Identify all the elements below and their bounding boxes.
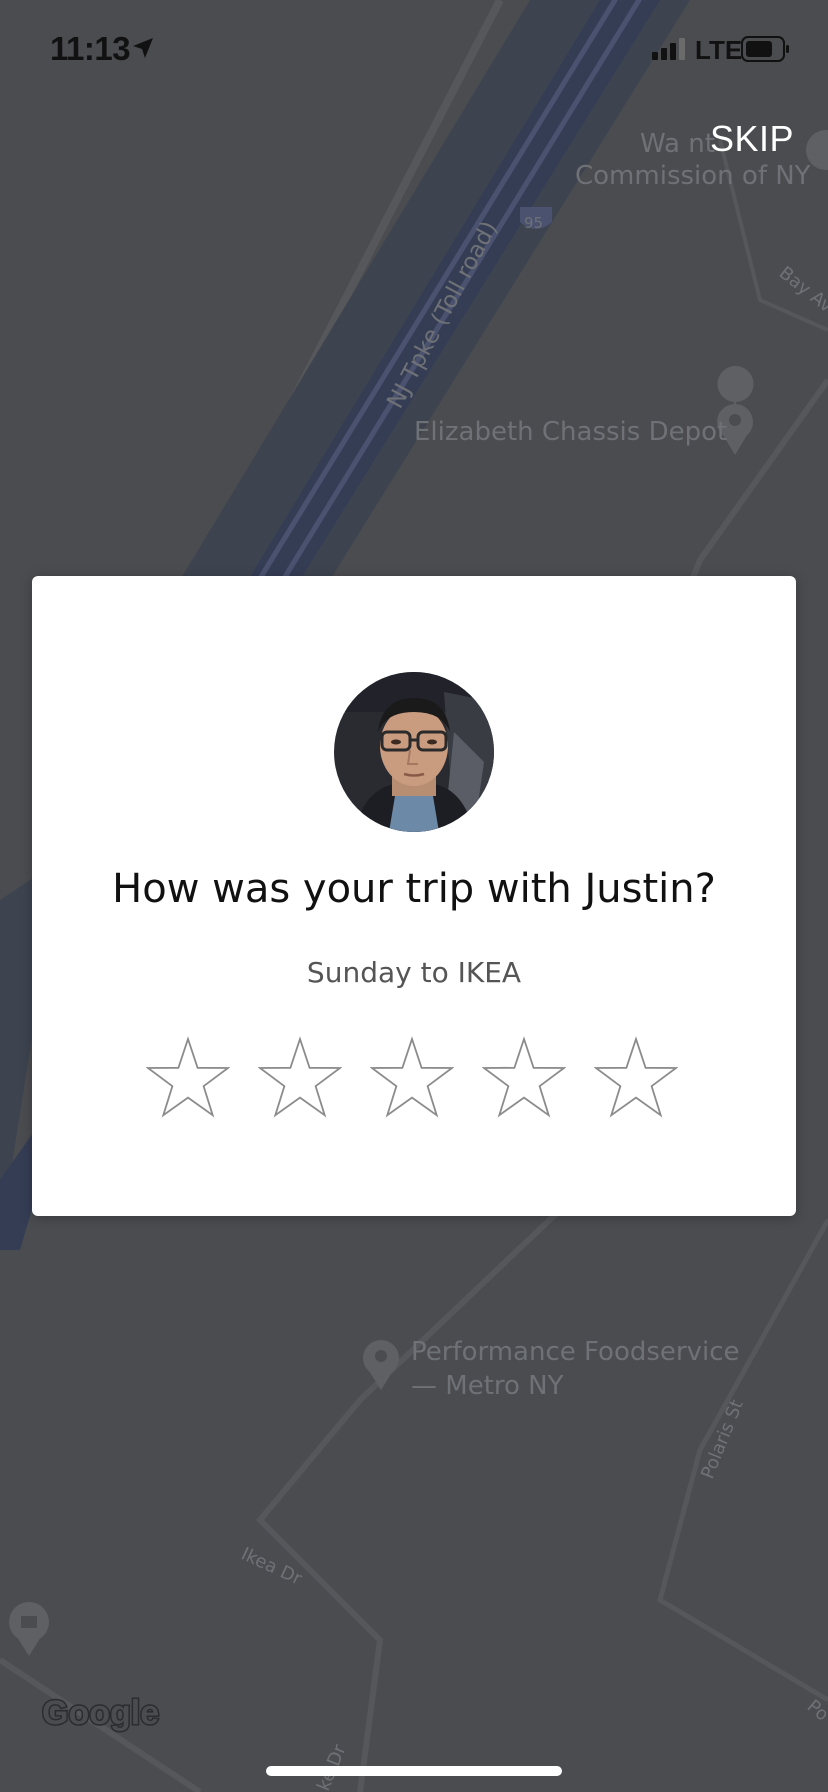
location-arrow-icon [133, 38, 153, 58]
status-bar: 11:13 LTE [0, 0, 828, 100]
map-label-shield: 95 [524, 214, 543, 232]
status-time: 11:13 [50, 30, 131, 67]
star-4-button[interactable] [482, 1036, 566, 1120]
network-type: LTE [695, 35, 743, 65]
driver-photo [334, 672, 494, 832]
map-label-commission: Commission of NY [575, 161, 811, 191]
map-label-commission-partial: Wa nt [640, 129, 715, 159]
star-1-button[interactable] [146, 1036, 230, 1120]
trip-summary: Sunday to IKEA [306, 956, 522, 989]
star-3-button[interactable] [370, 1036, 454, 1120]
rating-question: How was your trip with Justin? [112, 866, 716, 912]
star-2-button[interactable] [258, 1036, 342, 1120]
home-indicator[interactable] [266, 1766, 562, 1776]
google-logo: Google [41, 1693, 161, 1734]
skip-button[interactable]: SKIP [710, 118, 794, 160]
svg-text:Google: Google [42, 1694, 159, 1732]
driver-avatar [334, 672, 494, 832]
rating-dialog: How was your trip with Justin? Sunday to… [32, 576, 796, 1216]
cellular-signal-icon [652, 38, 685, 60]
battery-icon [741, 36, 789, 62]
star-rating [146, 1036, 686, 1126]
map-label-chassis-depot: Elizabeth Chassis Depot [414, 417, 727, 447]
map-label-foodservice-2: — Metro NY [411, 1371, 564, 1401]
star-5-button[interactable] [594, 1036, 678, 1120]
map-label-foodservice-1: Performance Foodservice [411, 1337, 740, 1367]
